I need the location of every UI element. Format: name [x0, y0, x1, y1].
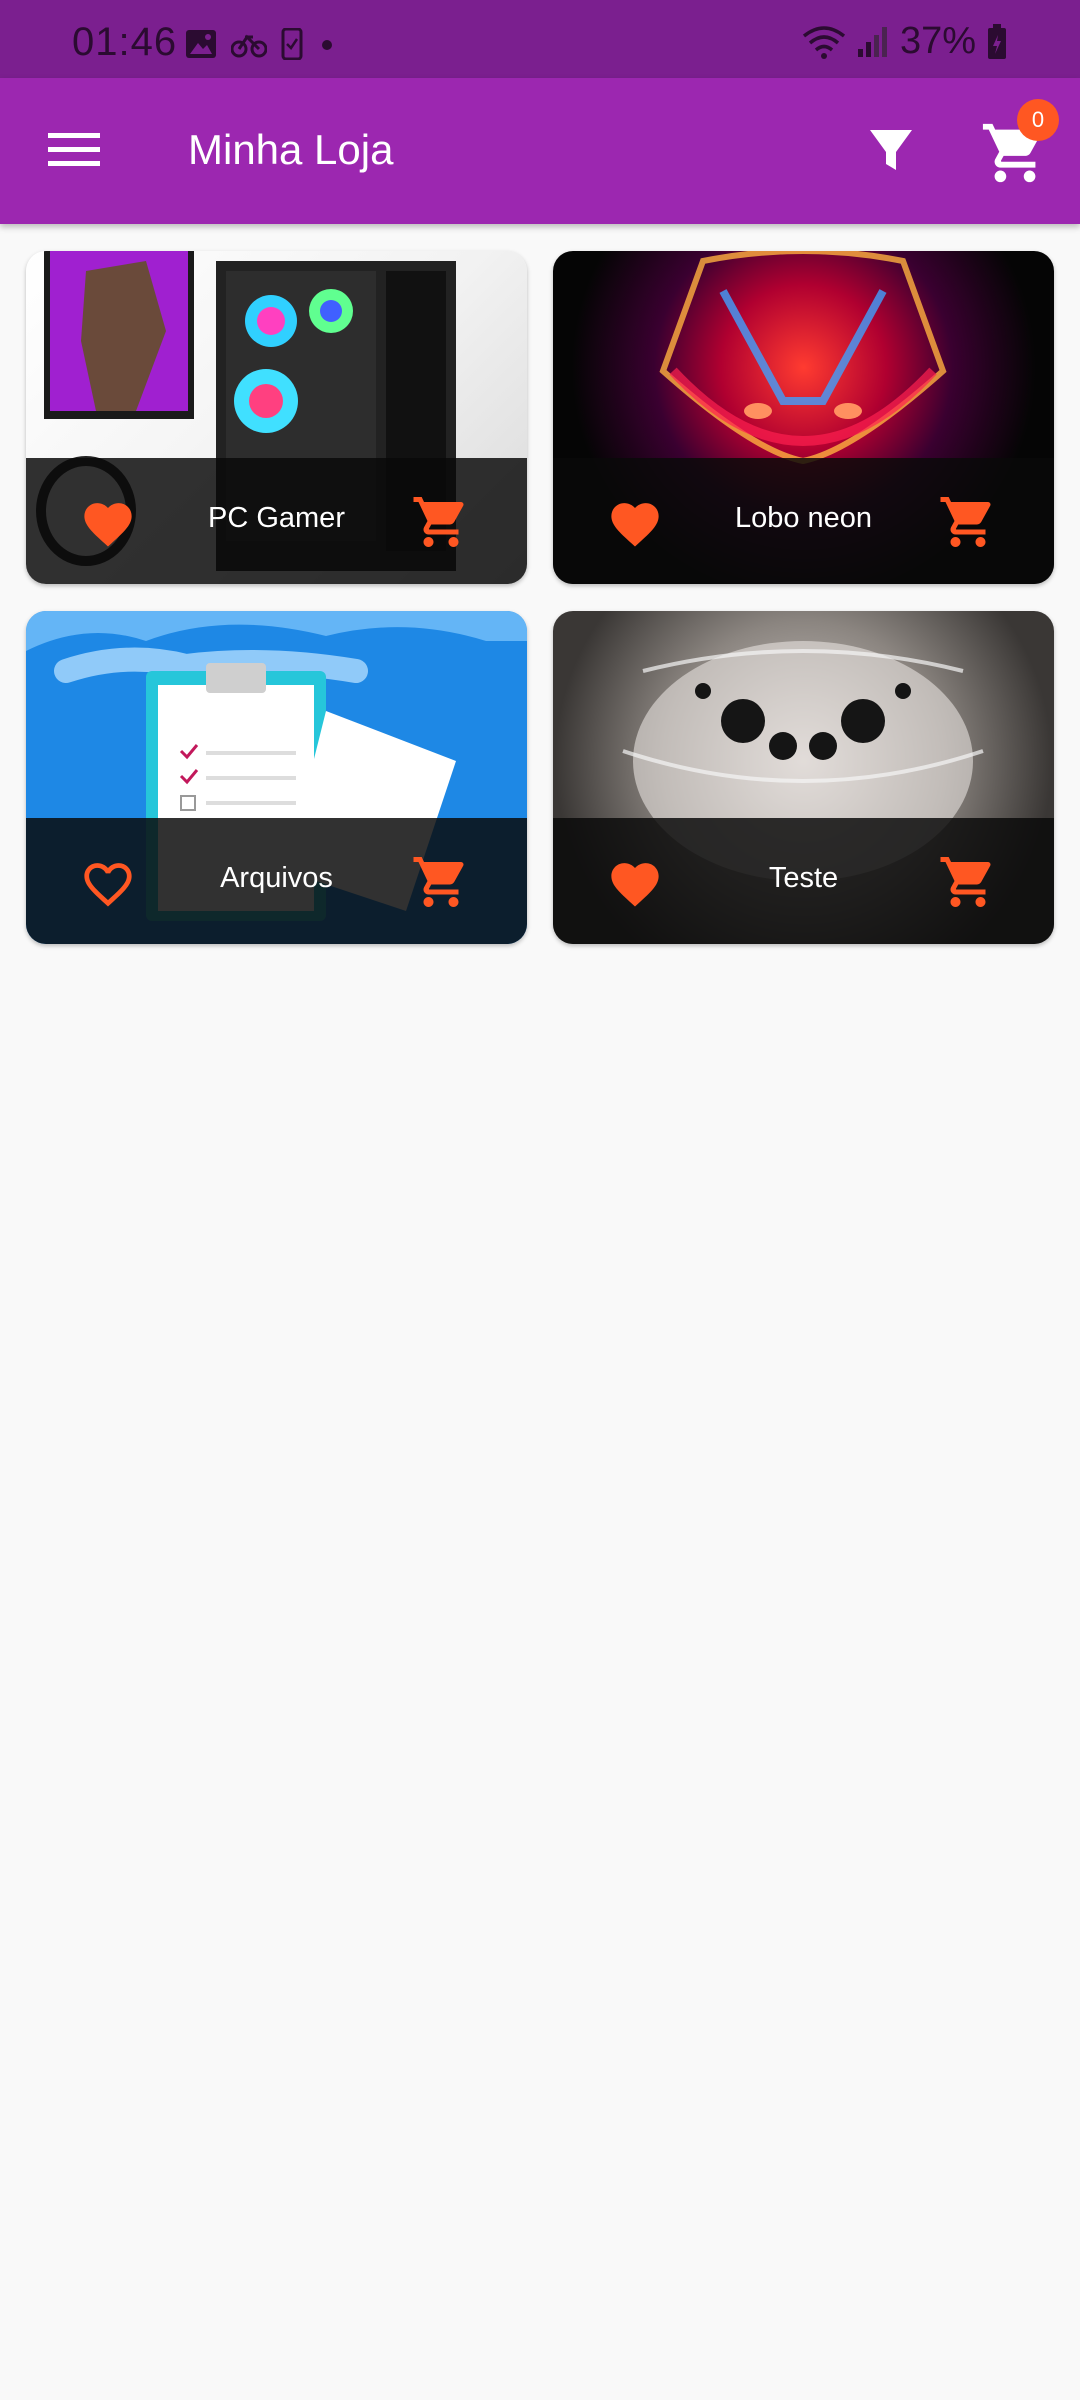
- add-to-cart-button[interactable]: [938, 852, 998, 912]
- filter-button[interactable]: [858, 118, 924, 184]
- product-card[interactable]: Arquivos: [26, 611, 527, 944]
- status-notification-icons: [185, 28, 337, 60]
- cart-icon: [413, 857, 464, 907]
- status-time: 01:46: [72, 20, 178, 64]
- product-card[interactable]: PC Gamer: [26, 251, 527, 584]
- menu-icon: [48, 133, 100, 166]
- add-to-cart-button[interactable]: [411, 492, 471, 552]
- battery-icon: [988, 23, 1006, 59]
- app-title: Minha Loja: [188, 126, 394, 173]
- signal-icon: [857, 26, 887, 57]
- product-info-bar: Lobo neon: [553, 458, 1054, 584]
- bike-icon: [231, 34, 267, 58]
- filter-icon: [870, 130, 912, 170]
- cart-icon: [413, 497, 464, 547]
- cart-count-badge: 0: [1017, 99, 1059, 141]
- status-bar: 01:46 37%: [0, 0, 1080, 78]
- phone-check-icon: [281, 28, 303, 60]
- add-to-cart-button[interactable]: [938, 492, 998, 552]
- product-info-bar: PC Gamer: [26, 458, 527, 584]
- product-card[interactable]: Teste: [553, 611, 1054, 944]
- menu-button[interactable]: [42, 118, 106, 182]
- wifi-icon: [802, 25, 846, 59]
- status-system-icons: 37%: [802, 20, 1008, 63]
- product-card[interactable]: Lobo neon: [553, 251, 1054, 584]
- add-to-cart-button[interactable]: [411, 852, 471, 912]
- image-icon: [186, 30, 216, 58]
- dot-icon: [322, 40, 332, 50]
- cart-icon: [940, 857, 991, 907]
- app-bar: Minha Loja: [0, 78, 1080, 224]
- product-info-bar: Arquivos: [26, 818, 527, 944]
- product-info-bar: Teste: [553, 818, 1054, 944]
- battery-percent: 37%: [899, 20, 976, 62]
- cart-icon: [940, 497, 991, 547]
